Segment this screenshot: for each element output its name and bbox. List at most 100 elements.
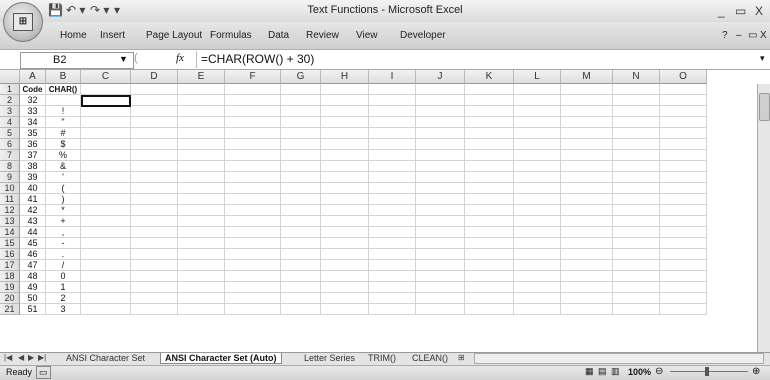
cell-empty[interactable] [225, 271, 281, 282]
cell-empty[interactable] [613, 106, 660, 117]
cell-empty[interactable] [131, 161, 178, 172]
normal-view-icon[interactable]: ▦ [585, 366, 594, 377]
last-sheet-icon[interactable]: ▶| [38, 353, 46, 362]
cell-empty[interactable] [281, 128, 321, 139]
cell-empty[interactable] [514, 282, 561, 293]
cell-code[interactable]: 49 [20, 282, 46, 293]
cell-empty[interactable] [321, 128, 369, 139]
column-header[interactable]: D [131, 70, 178, 84]
cell-empty[interactable] [561, 238, 613, 249]
cell-code[interactable]: 42 [20, 205, 46, 216]
cell-empty[interactable] [416, 216, 465, 227]
cell-empty[interactable] [416, 150, 465, 161]
cell-empty[interactable] [416, 282, 465, 293]
cell-empty[interactable] [225, 117, 281, 128]
cell-empty[interactable] [561, 293, 613, 304]
cell-empty[interactable] [416, 106, 465, 117]
tab-insert[interactable]: Insert [100, 30, 125, 41]
cell-empty[interactable] [369, 227, 416, 238]
cell-empty[interactable] [131, 293, 178, 304]
cell-empty[interactable] [369, 84, 416, 95]
cell-empty[interactable] [416, 238, 465, 249]
cell-empty[interactable] [561, 271, 613, 282]
cell-empty[interactable] [131, 172, 178, 183]
cell-empty[interactable] [561, 172, 613, 183]
cell-empty[interactable] [416, 161, 465, 172]
cell-empty[interactable] [178, 194, 225, 205]
cell-empty[interactable] [131, 227, 178, 238]
next-sheet-icon[interactable]: ▶ [28, 353, 34, 362]
cell-empty[interactable] [178, 150, 225, 161]
cell-char[interactable]: * [46, 205, 81, 216]
cell-empty[interactable] [178, 227, 225, 238]
sheet-tab-ansi-character-set[interactable]: ANSI Character Set [62, 353, 149, 363]
cell-empty[interactable] [131, 95, 178, 106]
cell-empty[interactable] [561, 249, 613, 260]
cell-char[interactable]: 2 [46, 293, 81, 304]
cell-empty[interactable] [465, 205, 514, 216]
cell-empty[interactable] [131, 194, 178, 205]
cell-empty[interactable] [178, 139, 225, 150]
cell-empty[interactable] [81, 227, 131, 238]
cell-empty[interactable] [416, 271, 465, 282]
cell-empty[interactable] [81, 150, 131, 161]
column-header[interactable]: G [281, 70, 321, 84]
cell-empty[interactable] [465, 293, 514, 304]
cell-empty[interactable] [613, 128, 660, 139]
cell-code[interactable]: 39 [20, 172, 46, 183]
cell-empty[interactable] [613, 150, 660, 161]
cell-empty[interactable] [416, 117, 465, 128]
cell-empty[interactable] [561, 260, 613, 271]
column-header[interactable]: C [81, 70, 131, 84]
cell-empty[interactable] [225, 150, 281, 161]
cell-empty[interactable] [465, 106, 514, 117]
cell-empty[interactable] [514, 205, 561, 216]
column-header[interactable]: N [613, 70, 660, 84]
cell-empty[interactable] [131, 106, 178, 117]
cell-empty[interactable] [660, 205, 707, 216]
cell-empty[interactable] [321, 183, 369, 194]
cell-empty[interactable] [81, 128, 131, 139]
cell-empty[interactable] [561, 139, 613, 150]
cell-code[interactable]: 46 [20, 249, 46, 260]
cell-empty[interactable] [416, 249, 465, 260]
cell-empty[interactable] [281, 282, 321, 293]
cell-empty[interactable] [81, 84, 131, 95]
cell-empty[interactable] [178, 172, 225, 183]
cell-code[interactable]: 36 [20, 139, 46, 150]
cell-empty[interactable] [514, 139, 561, 150]
cell-empty[interactable] [281, 194, 321, 205]
cell-empty[interactable] [81, 172, 131, 183]
row-header[interactable]: 13 [0, 216, 20, 227]
cell-empty[interactable] [178, 106, 225, 117]
cell-empty[interactable] [369, 260, 416, 271]
cell-empty[interactable] [613, 238, 660, 249]
ribbon-restore-button[interactable]: ▭ [748, 30, 757, 41]
cell-empty[interactable] [613, 249, 660, 260]
cell-empty[interactable] [281, 260, 321, 271]
cell-empty[interactable] [131, 216, 178, 227]
cell-empty[interactable] [514, 216, 561, 227]
cell-empty[interactable] [81, 205, 131, 216]
cell-empty[interactable] [81, 183, 131, 194]
cell-empty[interactable] [131, 117, 178, 128]
close-button[interactable]: X [755, 4, 763, 18]
cell-empty[interactable] [281, 106, 321, 117]
cell-empty[interactable] [613, 117, 660, 128]
formula-input[interactable]: =CHAR(ROW() + 30) [201, 52, 314, 66]
tab-view[interactable]: View [356, 30, 378, 41]
cell-empty[interactable] [81, 139, 131, 150]
row-header[interactable]: 1 [0, 84, 20, 95]
zoom-out-icon[interactable]: ⊖ [655, 366, 663, 377]
cell-empty[interactable] [369, 183, 416, 194]
cell-empty[interactable] [321, 139, 369, 150]
cell-empty[interactable] [561, 227, 613, 238]
cell-empty[interactable] [561, 205, 613, 216]
cell-empty[interactable] [465, 282, 514, 293]
cell-empty[interactable] [131, 139, 178, 150]
tab-review[interactable]: Review [306, 30, 339, 41]
cell-empty[interactable] [514, 293, 561, 304]
minimize-button[interactable]: _ [718, 4, 725, 18]
cell-empty[interactable] [613, 293, 660, 304]
cell-empty[interactable] [369, 194, 416, 205]
